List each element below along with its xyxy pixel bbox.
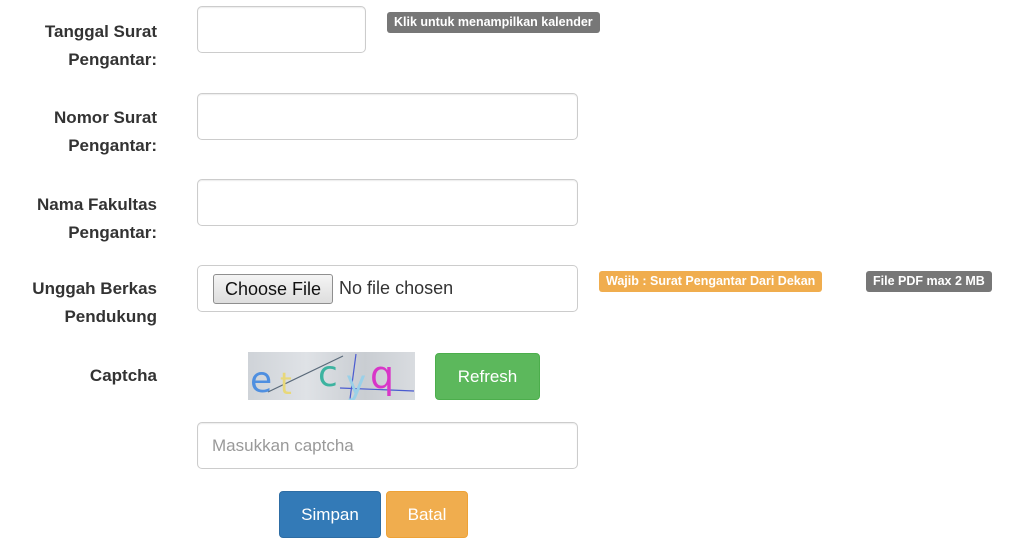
tanggal-label-line1: Tanggal Surat bbox=[44, 22, 157, 41]
required-badge: Wajib : Surat Pengantar Dari Dekan bbox=[599, 271, 823, 292]
svg-text:t: t bbox=[280, 367, 292, 400]
svg-text:y: y bbox=[346, 363, 366, 400]
file-upload-field[interactable]: Choose File No file chosen bbox=[197, 265, 578, 312]
choose-file-button[interactable]: Choose File bbox=[213, 273, 334, 304]
fakultas-label-line1: Nama Fakultas bbox=[37, 195, 157, 214]
tanggal-label-line2: Pengantar: bbox=[68, 50, 157, 69]
nomor-input[interactable] bbox=[197, 93, 578, 140]
fakultas-input[interactable] bbox=[197, 179, 578, 226]
berkas-label-line1: Unggah Berkas bbox=[32, 279, 157, 298]
captcha-image: e t c y q bbox=[248, 352, 415, 400]
fakultas-label: Nama Fakultas Pengantar: bbox=[37, 191, 157, 247]
nomor-label: Nomor Surat Pengantar: bbox=[54, 104, 157, 160]
berkas-label: Unggah Berkas Pendukung bbox=[32, 275, 157, 331]
captcha-graphic: e t c y q bbox=[250, 353, 415, 400]
refresh-captcha-button[interactable]: Refresh bbox=[435, 353, 540, 400]
captcha-label: Captcha bbox=[89, 366, 157, 385]
berkas-label-line2: Pendukung bbox=[64, 307, 157, 326]
save-button[interactable]: Simpan bbox=[279, 491, 381, 538]
svg-text:e: e bbox=[250, 360, 272, 400]
file-format-badge: File PDF max 2 MB bbox=[866, 271, 992, 292]
cancel-button[interactable]: Batal bbox=[386, 491, 468, 538]
captcha-input[interactable] bbox=[197, 422, 578, 469]
tanggal-input[interactable] bbox=[197, 6, 366, 53]
nomor-label-line2: Pengantar: bbox=[68, 136, 157, 155]
tanggal-label: Tanggal Surat Pengantar: bbox=[45, 18, 157, 74]
svg-text:c: c bbox=[318, 354, 338, 395]
calendar-hint-badge: Klik untuk menampilkan kalender bbox=[387, 12, 600, 33]
nomor-label-line1: Nomor Surat bbox=[54, 108, 157, 127]
file-status-text: No file chosen bbox=[339, 278, 454, 298]
fakultas-label-line2: Pengantar: bbox=[68, 223, 157, 242]
svg-text:q: q bbox=[370, 353, 394, 397]
